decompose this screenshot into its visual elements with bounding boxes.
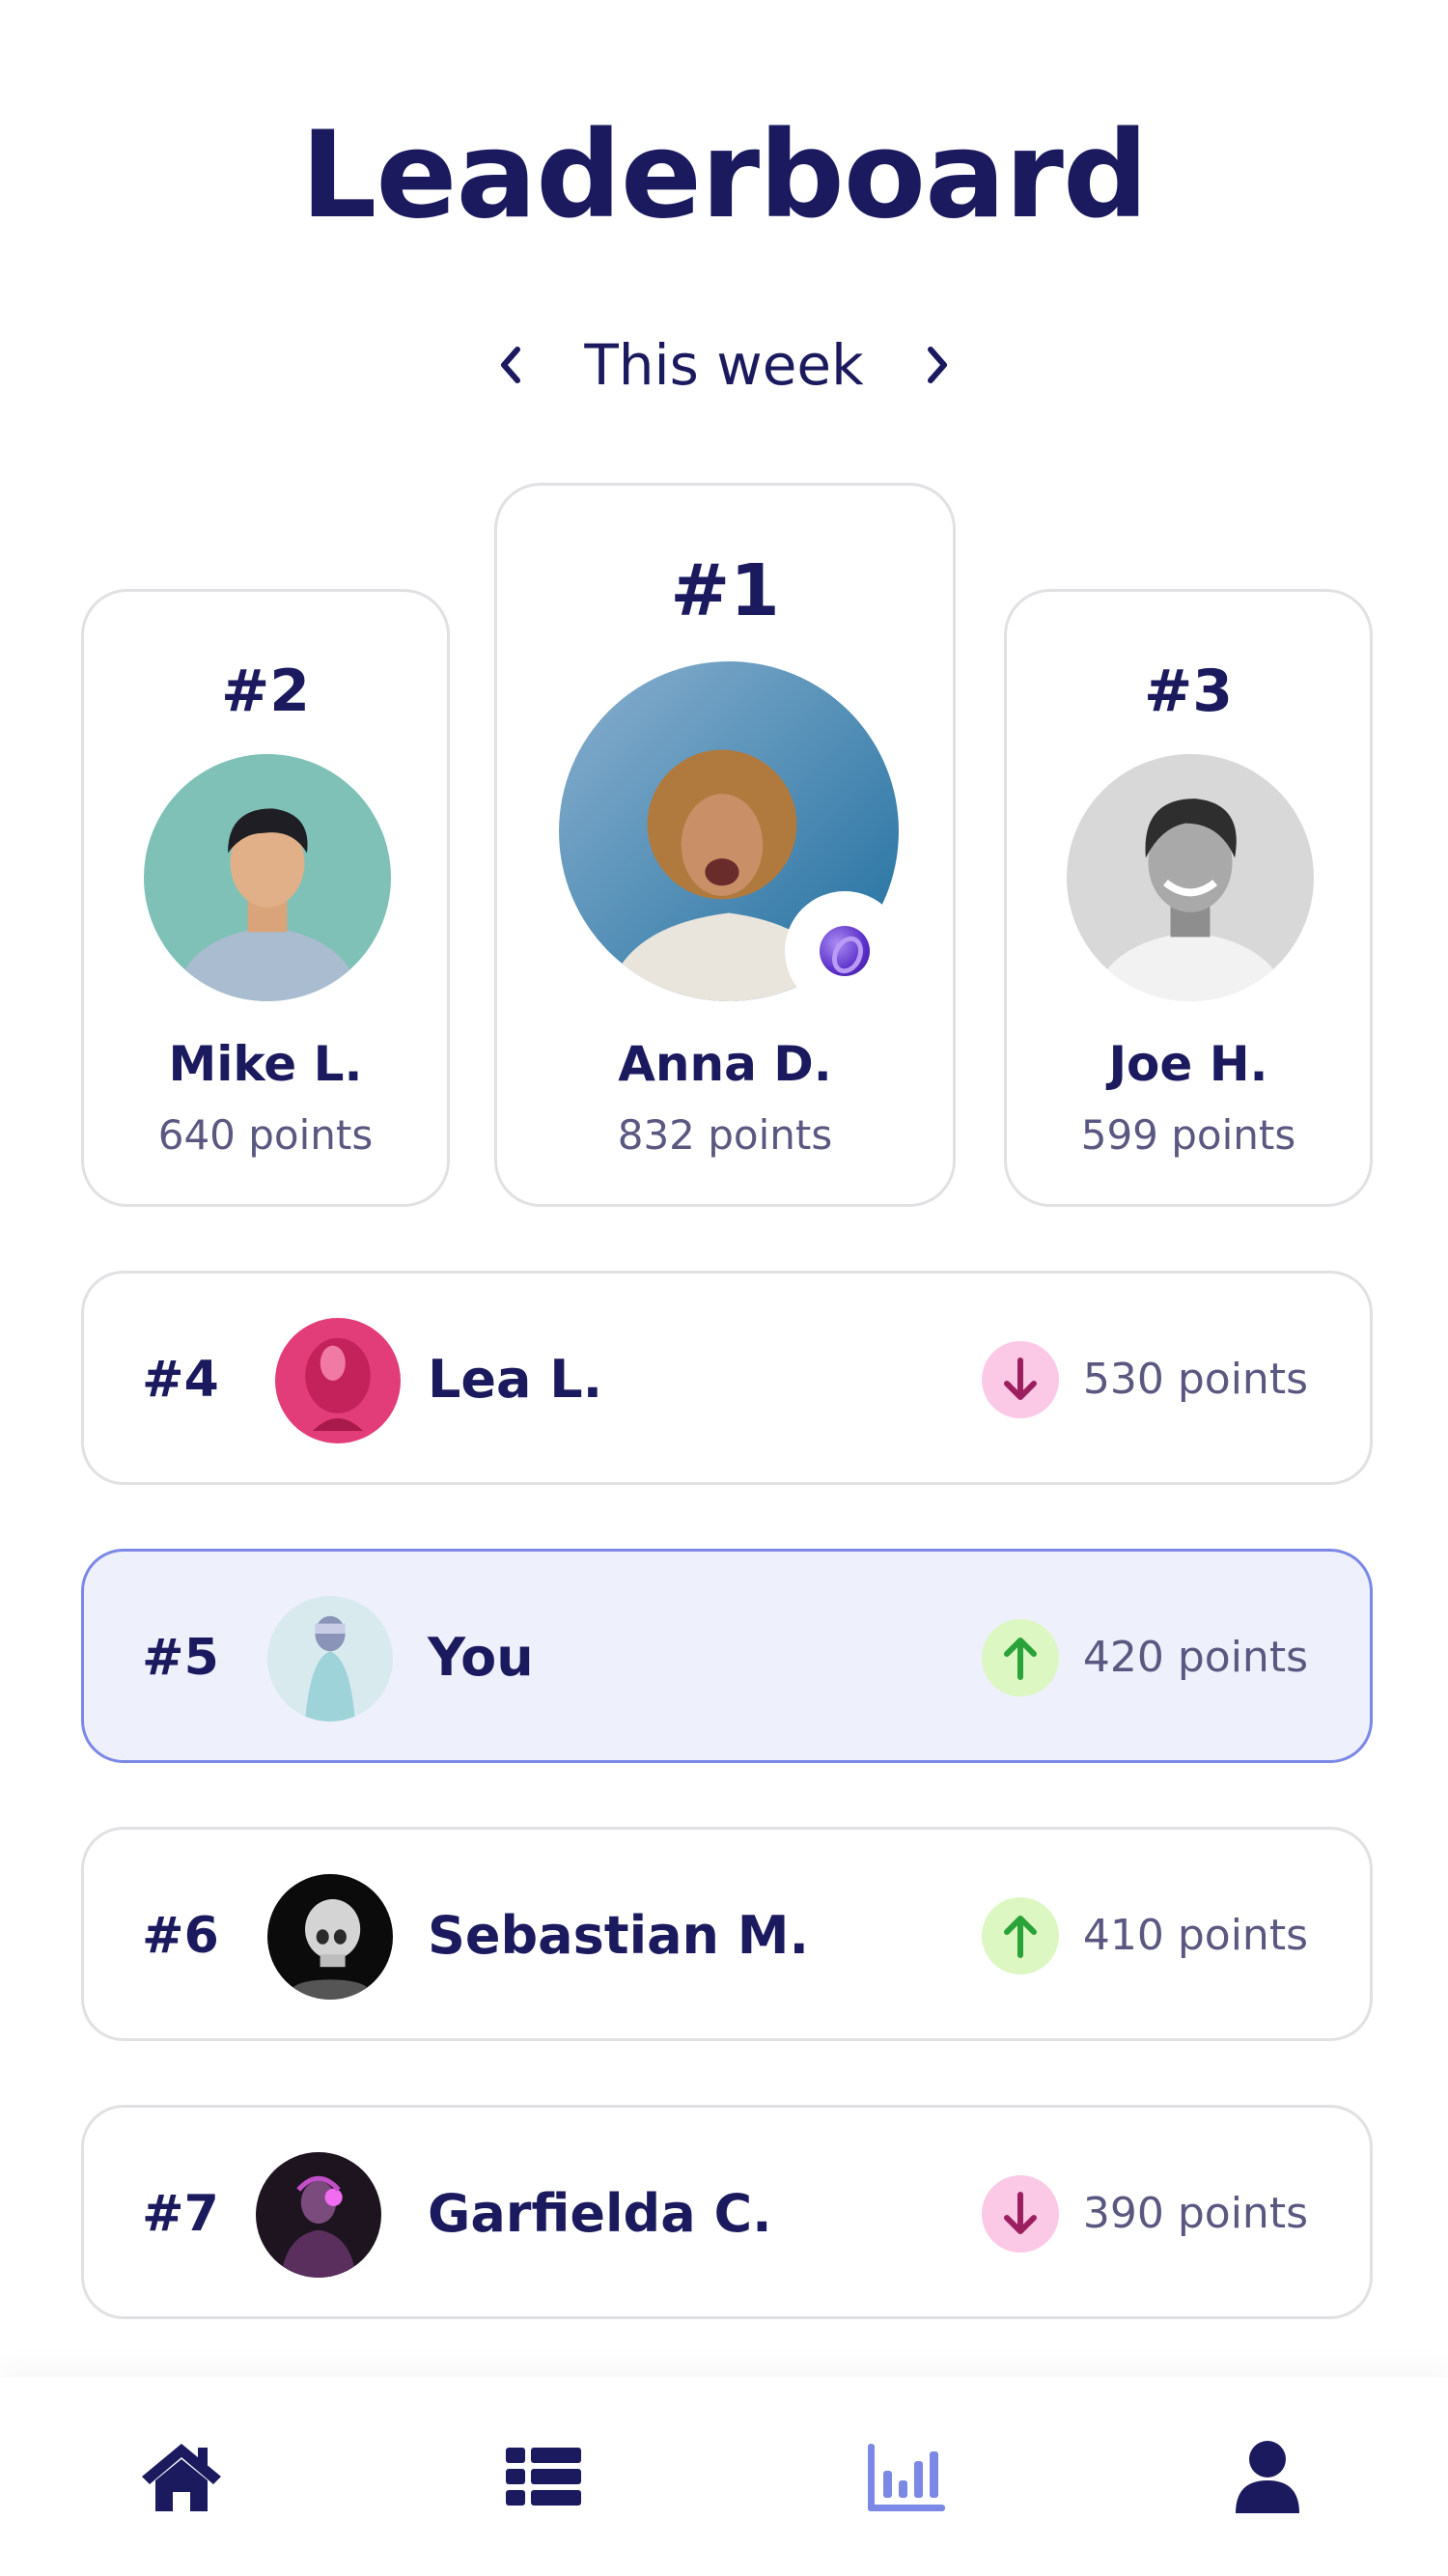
chevron-left-icon[interactable] [489, 336, 532, 394]
list-icon [505, 2448, 581, 2506]
podium-name: Anna D. [618, 1036, 832, 1092]
avatar [267, 1874, 393, 2000]
avatar [275, 1318, 401, 1443]
chart-icon [867, 2444, 945, 2511]
podium-name: Mike L. [168, 1036, 363, 1092]
list-rank: #5 [142, 1629, 219, 1687]
trend-up-icon [982, 1619, 1059, 1696]
list-rank: #6 [142, 1907, 219, 1965]
list-points: 390 points [1082, 2189, 1308, 2238]
tab-home[interactable] [0, 2377, 362, 2576]
list-item[interactable]: #4 Lea L. 530 points [81, 1271, 1373, 1485]
list-rank: #7 [142, 2185, 219, 2243]
list-name: You [428, 1627, 534, 1688]
podium-points: 640 points [157, 1111, 374, 1159]
tab-leaderboard[interactable] [724, 2377, 1086, 2576]
podium-card-third[interactable]: #3 Joe H. 599 points [1004, 589, 1373, 1207]
podium-rank: #3 [1143, 658, 1234, 725]
chevron-right-icon[interactable] [916, 336, 959, 394]
trend-down-icon [982, 2175, 1059, 2253]
user-icon [1235, 2441, 1299, 2513]
list-name: Sebastian M. [428, 1905, 810, 1966]
avatar [267, 1596, 393, 1722]
avatar [256, 2152, 381, 2278]
coin-badge [785, 891, 905, 1011]
podium-name: Joe H. [1108, 1036, 1268, 1092]
podium-rank: #1 [670, 549, 780, 632]
avatar [144, 754, 391, 1001]
list-item-current-user[interactable]: #5 You 420 points [81, 1549, 1373, 1763]
list-name: Garfielda C. [428, 2183, 772, 2244]
list-points: 410 points [1082, 1911, 1308, 1960]
period-selector: This week [0, 326, 1448, 404]
list-rank: #4 [142, 1351, 219, 1409]
list-name: Lea L. [428, 1349, 603, 1410]
list-item[interactable]: #6 Sebastian M. 410 points [81, 1827, 1373, 2041]
podium-points: 832 points [617, 1111, 833, 1159]
list-points: 420 points [1082, 1633, 1308, 1682]
avatar [1067, 754, 1314, 1001]
home-icon [141, 2444, 221, 2511]
podium-card-second[interactable]: #2 Mike L. 640 points [81, 589, 450, 1207]
podium-rank: #2 [220, 658, 311, 725]
page-title: Leaderboard [300, 106, 1148, 245]
list-points: 530 points [1082, 1355, 1308, 1404]
podium-card-first[interactable]: #1 Anna D. 832 points [494, 483, 956, 1207]
coin-icon [820, 926, 870, 976]
tab-list[interactable] [362, 2377, 724, 2576]
tab-profile[interactable] [1086, 2377, 1448, 2576]
period-label: This week [584, 332, 864, 398]
bottom-tab-bar [0, 2377, 1448, 2576]
podium-points: 599 points [1080, 1111, 1296, 1159]
trend-up-icon [982, 1897, 1059, 1974]
trend-down-icon [982, 1341, 1059, 1418]
list-item[interactable]: #7 Garfielda C. 390 points [81, 2105, 1373, 2319]
